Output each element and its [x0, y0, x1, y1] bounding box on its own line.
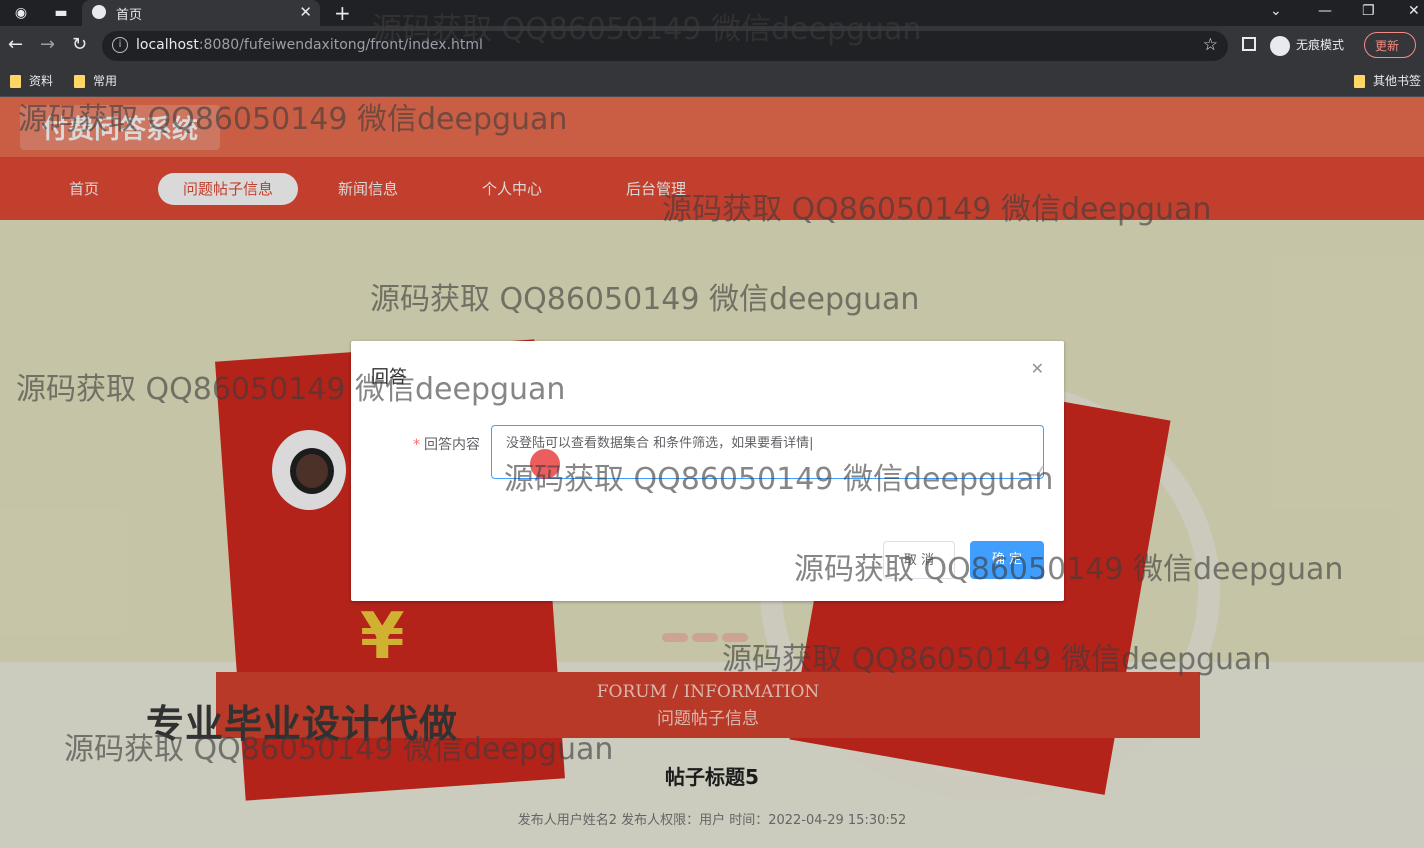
watermark: 源码获取 QQ86050149 微信deepguan: [722, 642, 1272, 677]
answer-textarea-value: 没登陆可以查看数据集合 和条件筛选，如果要看详情|: [506, 436, 814, 451]
site-info-icon[interactable]: i: [112, 37, 128, 53]
folder-icon: [74, 75, 85, 88]
reload-icon[interactable]: ↻: [72, 34, 87, 55]
new-tab-icon[interactable]: +: [334, 1, 351, 25]
tab-title: 首页: [116, 8, 143, 23]
window-close-icon[interactable]: ✕: [1408, 3, 1420, 19]
browser-tab[interactable]: 首页 ✕: [82, 0, 320, 26]
watermark: 源码获取 QQ86050149 微信deepguan: [18, 102, 568, 137]
restore-icon[interactable]: ❐: [1362, 3, 1375, 19]
watermark: 源码获取 QQ86050149 微信deepguan: [662, 192, 1212, 227]
incognito-label: 无痕模式: [1296, 38, 1345, 52]
minimize-icon[interactable]: —: [1318, 3, 1332, 19]
tab-close-icon[interactable]: ✕: [299, 3, 312, 21]
close-icon[interactable]: ✕: [1031, 359, 1044, 378]
answer-field-label: * 回答内容: [413, 437, 480, 453]
bookmark-folder-other[interactable]: 其他书签: [1354, 72, 1421, 89]
folder-icon: [10, 75, 21, 88]
watermark: 源码获取 QQ86050149 微信deepguan: [370, 282, 920, 317]
bookmarks-bar: 资料 常用 其他书签: [0, 66, 1424, 97]
incognito-indicator[interactable]: 无痕模式: [1270, 32, 1344, 58]
watermark: 源码获取 QQ86050149 微信deepguan: [372, 12, 922, 47]
back-icon[interactable]: ←: [8, 34, 23, 55]
watermark: 源码获取 QQ86050149 微信deepguan: [794, 552, 1344, 587]
update-button[interactable]: 更新: [1364, 32, 1416, 58]
folder-icon: [1354, 75, 1365, 88]
forward-icon[interactable]: →: [40, 34, 55, 55]
watermark: 源码获取 QQ86050149 微信deepguan: [504, 462, 1054, 497]
bookmark-folder-changyong[interactable]: 常用: [74, 72, 117, 89]
bookmark-folder-ziliao[interactable]: 资料: [10, 72, 53, 89]
side-panel-icon[interactable]: [1242, 37, 1256, 51]
watermark: 源码获取 QQ86050149 微信deepguan: [64, 732, 614, 767]
tab-search-icon[interactable]: ⌄: [1270, 3, 1282, 19]
globe-icon[interactable]: ◉: [10, 2, 32, 24]
watermark: 源码获取 QQ86050149 微信deepguan: [16, 372, 566, 407]
incognito-icon: [1270, 35, 1290, 56]
tab-favicon-icon: [92, 5, 106, 19]
bookmark-star-icon[interactable]: ☆: [1203, 35, 1218, 55]
tab-overview-icon[interactable]: ▬: [50, 2, 72, 24]
